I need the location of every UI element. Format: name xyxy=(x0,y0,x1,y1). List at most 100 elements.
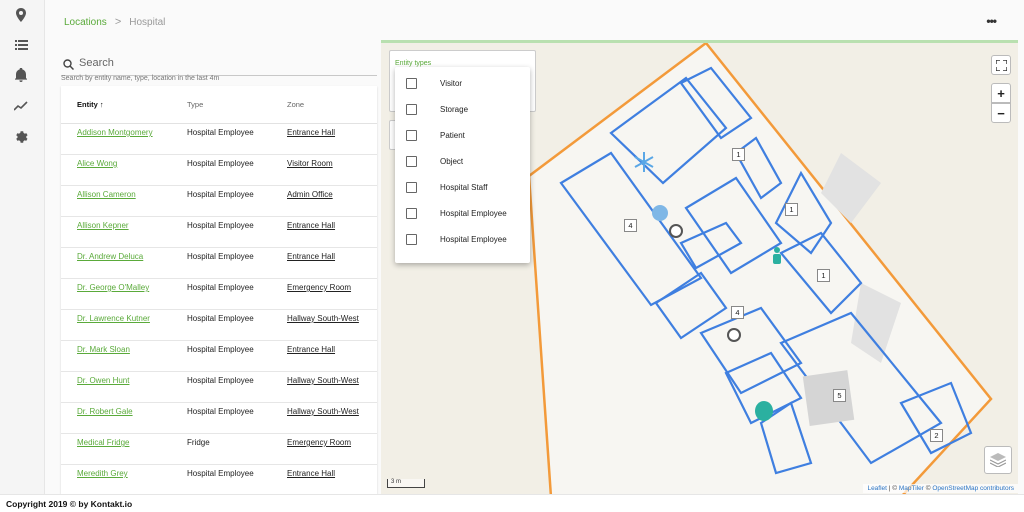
maptiler-link[interactable]: MapTiler xyxy=(899,485,924,492)
option-label: Patient xyxy=(440,131,465,140)
building-boundary xyxy=(527,43,993,494)
trend-icon[interactable] xyxy=(11,96,31,116)
entity-name-link[interactable]: Addison Montgomery xyxy=(77,127,177,139)
entity-zone-link[interactable]: Entrance Hall xyxy=(287,344,367,356)
entity-name-link[interactable]: Dr. Robert Gale xyxy=(77,406,177,418)
entity-zone-link[interactable]: Visitor Room xyxy=(287,158,367,170)
entity-type-option[interactable]: Hospital Staff xyxy=(395,174,530,200)
leaflet-link[interactable]: Leaflet xyxy=(867,485,887,492)
entity-zone-link[interactable]: Emergency Room xyxy=(287,437,367,449)
snowflake-icon[interactable] xyxy=(633,151,655,173)
zone-count-badge[interactable]: 4 xyxy=(624,219,637,232)
layers-icon xyxy=(990,453,1006,467)
attribution-separator: | © xyxy=(886,485,899,492)
entity-type: Hospital Employee xyxy=(187,376,254,385)
entity-name-link[interactable]: Dr. Lawrence Kutner xyxy=(77,313,177,325)
entity-name-link[interactable]: Meredith Grey xyxy=(77,468,177,480)
checkbox[interactable] xyxy=(406,130,417,141)
osm-link[interactable]: OpenStreetMap contributors xyxy=(932,485,1014,492)
entity-name-link[interactable]: Allison Cameron xyxy=(77,189,177,201)
staff-icon[interactable] xyxy=(770,247,784,265)
entity-zone-link[interactable]: Entrance Hall xyxy=(287,220,367,232)
patient-icon[interactable] xyxy=(755,401,773,421)
checkbox[interactable] xyxy=(406,234,417,245)
entity-zone-link[interactable]: Admin Office xyxy=(287,189,367,201)
table-row[interactable]: Dr. Andrew Deluca Hospital Employee Entran… xyxy=(61,248,377,279)
entity-zone-link[interactable]: Hallway South-West xyxy=(287,313,367,325)
entity-type: Hospital Employee xyxy=(187,221,254,230)
entity-name-link[interactable]: Alice Wong xyxy=(77,158,177,170)
option-label: Hospital Employee xyxy=(440,209,507,218)
checkbox[interactable] xyxy=(406,182,417,193)
checkbox[interactable] xyxy=(406,78,417,89)
column-header-type[interactable]: Type xyxy=(187,100,203,109)
more-options-button[interactable]: ••• xyxy=(986,14,997,28)
entity-name-link[interactable]: Dr. Andrew Deluca xyxy=(77,251,177,263)
entity-name-link[interactable]: Allison Kepner xyxy=(77,220,177,232)
table-row[interactable]: Meredith Grey Hospital Employee Entrance H… xyxy=(61,465,377,494)
entity-name-link[interactable]: Dr. Owen Hunt xyxy=(77,375,177,387)
search-input[interactable] xyxy=(79,54,369,72)
entity-name-link[interactable]: Dr. George O'Malley xyxy=(77,282,177,294)
table-row[interactable]: Dr. Robert Gale Hospital Employee Hallway … xyxy=(61,403,377,434)
table-row[interactable]: Dr. Lawrence Kutner Hospital Employee Hall… xyxy=(61,310,377,341)
zone-count-badge[interactable]: 1 xyxy=(732,148,745,161)
zoom-out-button[interactable]: − xyxy=(991,103,1011,123)
entity-type-option[interactable]: Storage xyxy=(395,96,530,122)
entity-zone-link[interactable]: Emergency Room xyxy=(287,282,367,294)
fullscreen-button[interactable] xyxy=(991,55,1011,75)
checkbox[interactable] xyxy=(406,208,417,219)
gear-icon[interactable] xyxy=(11,127,31,147)
table-row[interactable]: Allison Cameron Hospital Employee Admin Of… xyxy=(61,186,377,217)
table-row[interactable]: Dr. Owen Hunt Hospital Employee Hallway So… xyxy=(61,372,377,403)
column-header-entity[interactable]: Entity ↑ xyxy=(77,100,104,109)
entity-zone-link[interactable]: Entrance Hall xyxy=(287,251,367,263)
entity-type-option[interactable]: Visitor xyxy=(395,70,530,96)
zone-count-badge[interactable]: 1 xyxy=(817,269,830,282)
list-icon[interactable] xyxy=(11,35,31,55)
option-label: Hospital Employee xyxy=(440,235,507,244)
zoom-in-button[interactable]: + xyxy=(991,83,1011,103)
entity-type: Hospital Employee xyxy=(187,159,254,168)
entity-zone-link[interactable]: Entrance Hall xyxy=(287,468,367,480)
entity-name-link[interactable]: Dr. Mark Sloan xyxy=(77,344,177,356)
entity-type-option[interactable]: Object xyxy=(395,148,530,174)
table-row[interactable]: Alice Wong Hospital Employee Visitor Room xyxy=(61,155,377,186)
search-hint: Search by entity name, type, location in… xyxy=(61,75,220,82)
search-bar xyxy=(61,50,377,76)
zone-count-badge[interactable]: 2 xyxy=(930,429,943,442)
checkbox[interactable] xyxy=(406,156,417,167)
entity-type-option[interactable]: Patient xyxy=(395,122,530,148)
nav-rail xyxy=(0,0,45,494)
zone-count-badge[interactable]: 1 xyxy=(785,203,798,216)
entity-zone-link[interactable]: Hallway South-West xyxy=(287,406,367,418)
entity-type-option[interactable]: Hospital Employee xyxy=(395,200,530,226)
entity-marker[interactable] xyxy=(652,205,668,221)
table-row[interactable]: Dr. George O'Malley Hospital Employee Emer… xyxy=(61,279,377,310)
entity-type-option[interactable]: Hospital Employee xyxy=(395,226,530,252)
breadcrumb-locations-link[interactable]: Locations xyxy=(64,17,107,28)
entity-type: Hospital Employee xyxy=(187,128,254,137)
table-row[interactable]: Medical Fridge Fridge Emergency Room xyxy=(61,434,377,465)
entity-type: Hospital Employee xyxy=(187,469,254,478)
bell-icon[interactable] xyxy=(11,65,31,85)
top-bar: Locations > Hospital ••• xyxy=(46,0,1024,42)
zone-count-badge[interactable]: 5 xyxy=(833,389,846,402)
layers-button[interactable] xyxy=(984,446,1012,474)
column-header-zone[interactable]: Zone xyxy=(287,100,304,109)
breadcrumb-current: Hospital xyxy=(129,16,166,28)
option-label: Object xyxy=(440,157,464,166)
zone-count-badge[interactable]: 4 xyxy=(731,306,744,319)
wheelchair-icon[interactable] xyxy=(727,328,741,342)
entity-table: Entity ↑ Type Zone Addison Montgomery Hos… xyxy=(61,86,377,494)
table-row[interactable]: Dr. Mark Sloan Hospital Employee Entrance … xyxy=(61,341,377,372)
entity-name-link[interactable]: Medical Fridge xyxy=(77,437,177,449)
location-pin-icon[interactable] xyxy=(11,5,31,25)
wheelchair-icon[interactable] xyxy=(669,224,683,238)
entity-zone-link[interactable]: Entrance Hall xyxy=(287,127,367,139)
checkbox[interactable] xyxy=(406,104,417,115)
table-header: Entity ↑ Type Zone xyxy=(61,86,377,124)
table-row[interactable]: Allison Kepner Hospital Employee Entrance … xyxy=(61,217,377,248)
table-row[interactable]: Addison Montgomery Hospital Employee Entra… xyxy=(61,124,377,155)
entity-zone-link[interactable]: Hallway South-West xyxy=(287,375,367,387)
